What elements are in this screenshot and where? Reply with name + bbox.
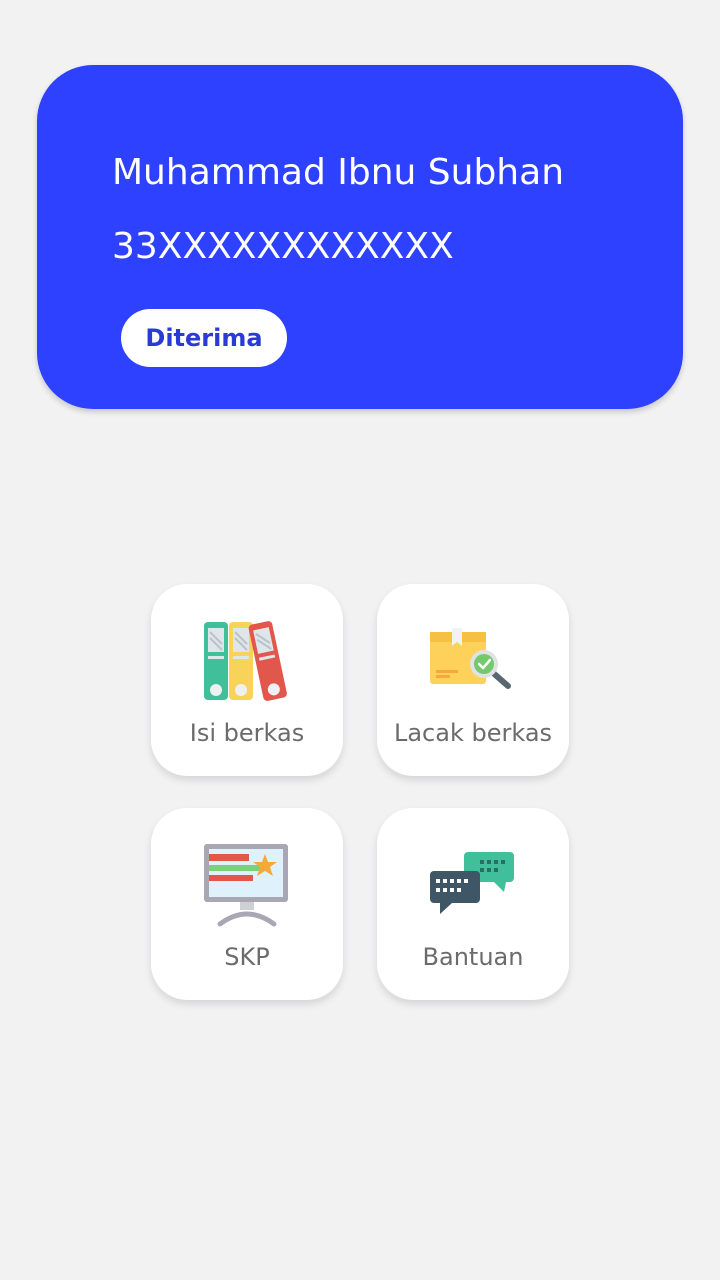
binders-icon (204, 621, 287, 701)
menu-tile-label: SKP (224, 943, 270, 971)
menu-tile-bantuan[interactable]: Bantuan (377, 808, 569, 1000)
monitor-chart-icon (204, 844, 288, 927)
menu-tile-label: Isi berkas (189, 719, 305, 747)
home-screen: Muhammad Ibnu Subhan 33XXXXXXXXXXXX Dite… (0, 0, 720, 1280)
profile-name: Muhammad Ibnu Subhan (112, 152, 565, 193)
menu-tile-label: Lacak berkas (393, 719, 553, 747)
menu-tile-isi-berkas[interactable]: Isi berkas (151, 584, 343, 776)
track-package-icon (430, 628, 511, 689)
menu-tile-lacak-berkas[interactable]: Lacak berkas (377, 584, 569, 776)
chat-bubbles-icon (430, 852, 514, 914)
menu-tile-skp[interactable]: SKP (151, 808, 343, 1000)
profile-card: Muhammad Ibnu Subhan 33XXXXXXXXXXXX Dite… (37, 65, 683, 409)
menu-tile-label: Bantuan (422, 943, 524, 971)
profile-nip: 33XXXXXXXXXXXX (112, 226, 454, 267)
status-badge: Diterima (121, 309, 287, 367)
